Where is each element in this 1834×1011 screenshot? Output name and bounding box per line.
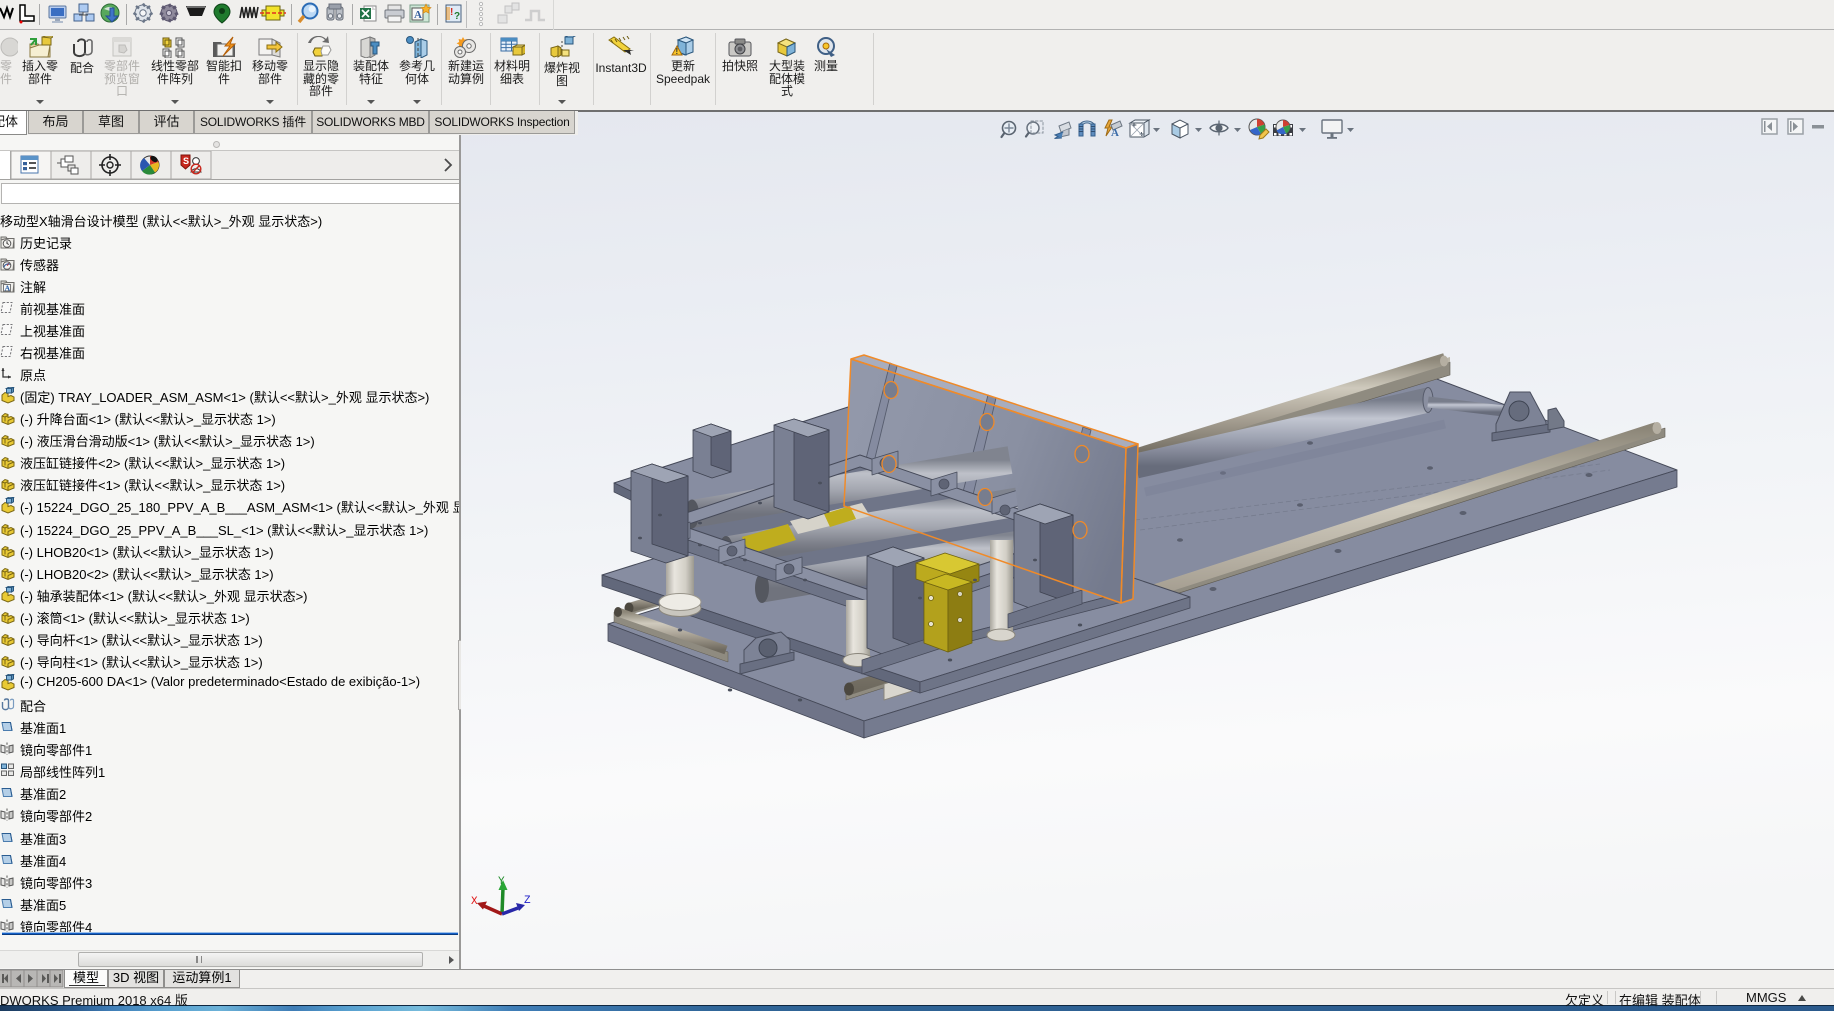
svg-text:Y: Y [498, 876, 505, 888]
svg-text:!: ! [450, 7, 453, 18]
svg-text:?: ? [454, 11, 460, 22]
svg-text:A: A [414, 9, 422, 21]
svg-text:!: ! [676, 47, 679, 56]
svg-text:A: A [1111, 127, 1119, 139]
svg-text:S: S [183, 156, 189, 166]
svg-text:Z: Z [524, 895, 531, 907]
svg-text:X: X [471, 896, 478, 908]
